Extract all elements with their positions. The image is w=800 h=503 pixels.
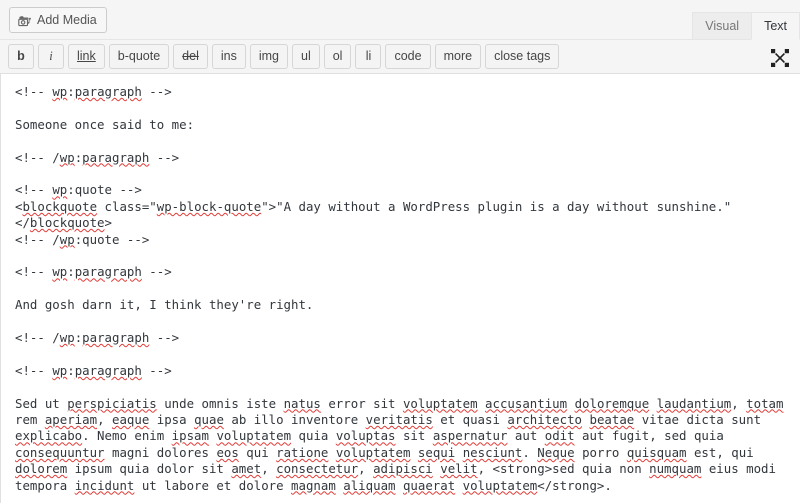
code-line: <blockquote class="wp-block-quote">"A da… — [15, 198, 732, 231]
code-line: <!-- wp:paragraph --> — [15, 84, 172, 99]
misspelled-word: adipisci — [373, 461, 433, 477]
add-media-button[interactable]: Add Media — [9, 7, 107, 33]
quicktag-button-link[interactable]: link — [68, 44, 105, 69]
wordpress-text-editor: Add Media Visual Text b i link b-quote del in… — [0, 0, 800, 503]
misspelled-word: wp — [52, 362, 68, 378]
misspelled-word: blockquote — [29, 215, 105, 231]
quicktags-toolbar: b i link b-quote del ins img ul ol li code more clos… — [0, 40, 800, 74]
misspelled-word: Neque — [537, 444, 575, 460]
misspelled-word: sequi — [417, 444, 456, 460]
misspelled-word: velit — [440, 461, 478, 477]
misspelled-word: magnam — [291, 477, 336, 493]
tab-text[interactable]: Text — [751, 12, 800, 40]
code-line: Someone once said to me: — [15, 116, 195, 132]
misspelled-word: voluptas — [335, 428, 396, 444]
misspelled-word: natus — [283, 395, 321, 411]
misspelled-word: aspernatur — [432, 428, 508, 444]
code-line: <!-- /wp:quote --> — [15, 231, 150, 247]
media-toolbar: Add Media Visual Text — [0, 0, 800, 40]
misspelled-word: voluptatem — [335, 444, 411, 460]
misspelled-word: eos — [216, 444, 239, 460]
misspelled-word: wp — [52, 182, 68, 198]
misspelled-word: consectetur — [276, 461, 359, 477]
code-line: <!-- wp:paragraph --> — [15, 264, 172, 280]
misspelled-word: wp — [59, 330, 75, 345]
quicktag-button-b-quote[interactable]: b-quote — [108, 44, 170, 69]
code-line: Sed ut perspiciatis unde omnis iste natu… — [15, 395, 791, 493]
misspelled-word: doloremque — [574, 395, 650, 411]
misspelled-word: quisquam — [626, 444, 687, 460]
misspelled-word: consequuntur — [15, 444, 105, 460]
misspelled-word: paragraph — [74, 362, 142, 378]
misspelled-word: wp-block-quote — [156, 198, 262, 214]
misspelled-word: laudantium — [656, 395, 732, 411]
code-line: And gosh darn it, I think they're right. — [15, 297, 314, 313]
misspelled-word: voluptatem — [216, 428, 292, 444]
distraction-free-writing-icon[interactable] — [770, 48, 790, 68]
media-camera-note-icon — [17, 13, 32, 28]
misspelled-word: eaque — [111, 412, 150, 427]
editor-mode-tabs: Visual Text — [692, 12, 800, 40]
misspelled-word: wp — [52, 264, 68, 280]
quicktag-button-more[interactable]: more — [434, 44, 482, 69]
misspelled-word: totam — [746, 395, 784, 411]
quicktag-button-li[interactable]: li — [355, 44, 382, 69]
misspelled-word: numquam — [649, 461, 702, 477]
misspelled-word: perspiciatis — [67, 395, 157, 411]
text-editor-area[interactable]: <!-- wp:paragraph --> Someone once said t… — [0, 74, 800, 503]
misspelled-word: paragraph — [82, 149, 150, 165]
misspelled-word: nesciunt — [462, 444, 523, 460]
code-line: <!-- wp:paragraph --> — [15, 362, 172, 378]
misspelled-word: aperiam — [44, 412, 98, 427]
quicktag-button-close-tags[interactable]: close tags — [485, 44, 560, 69]
misspelled-word: wp — [59, 231, 75, 247]
add-media-label: Add Media — [37, 13, 97, 27]
misspelled-word: veritatis — [365, 412, 433, 427]
misspelled-word: quaerat — [402, 477, 456, 493]
quicktag-button-code[interactable]: code — [385, 44, 431, 69]
misspelled-word: voluptatem — [402, 395, 478, 411]
misspelled-word: paragraph — [74, 264, 142, 280]
misspelled-word: voluptatem — [462, 477, 538, 493]
code-line: <!-- wp:quote --> — [15, 182, 142, 198]
misspelled-word: aliquam — [343, 477, 396, 493]
misspelled-word: wp — [59, 149, 75, 165]
misspelled-word: explicabo — [15, 428, 83, 444]
misspelled-word: ipsam — [171, 428, 209, 444]
misspelled-word: beatae — [589, 412, 635, 427]
misspelled-word: amet — [231, 461, 262, 477]
quicktag-button-del[interactable]: del — [173, 44, 208, 69]
quicktag-button-b[interactable]: b — [8, 44, 34, 69]
quicktag-button-ul[interactable]: ul — [292, 44, 320, 69]
code-line: <!-- /wp:paragraph --> — [15, 149, 180, 165]
misspelled-word: paragraph — [74, 84, 142, 99]
tab-visual[interactable]: Visual — [692, 12, 753, 40]
misspelled-word: odit — [544, 428, 575, 444]
misspelled-word: incidunt — [74, 477, 135, 493]
misspelled-word: accusantium — [485, 395, 568, 411]
misspelled-word: paragraph — [82, 330, 150, 345]
editor-content[interactable]: <!-- wp:paragraph --> Someone once said t… — [15, 84, 786, 503]
misspelled-word: ratione — [276, 444, 329, 460]
quicktag-button-img[interactable]: img — [249, 44, 288, 69]
quicktag-button-i[interactable]: i — [38, 44, 64, 69]
misspelled-word: architecto — [507, 412, 583, 427]
quicktag-button-ins[interactable]: ins — [211, 44, 246, 69]
misspelled-word: quae — [194, 412, 224, 427]
quicktag-button-ol[interactable]: ol — [323, 44, 352, 69]
misspelled-word: dolorem — [15, 461, 68, 477]
misspelled-word: wp — [52, 84, 68, 99]
code-line: <!-- /wp:paragraph --> — [15, 330, 180, 345]
misspelled-word: blockquote — [22, 198, 98, 214]
